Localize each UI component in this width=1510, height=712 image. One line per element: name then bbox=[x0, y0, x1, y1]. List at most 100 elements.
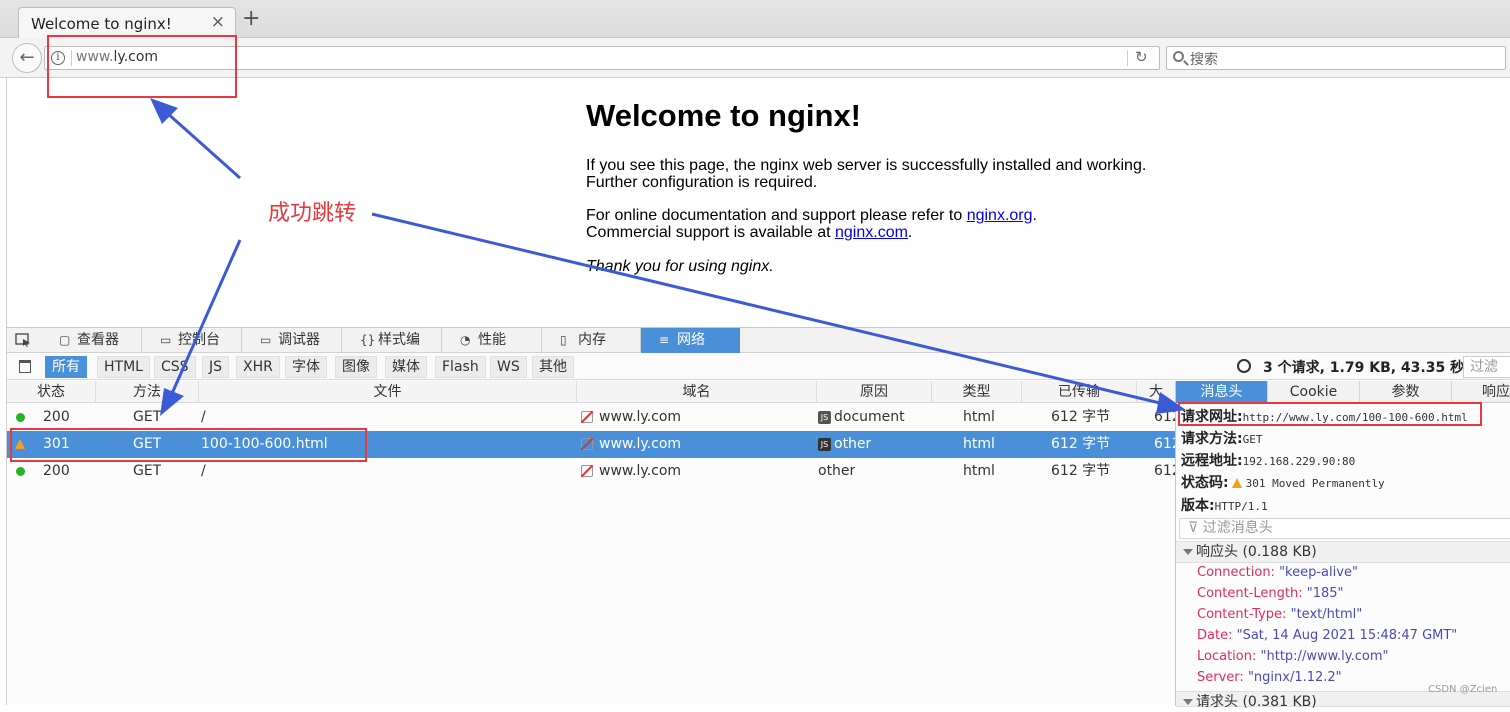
nginx-com-link[interactable]: nginx.com bbox=[835, 224, 908, 241]
header-value: "text/html" bbox=[1290, 607, 1363, 622]
tab-inspector[interactable]: ▢ 查看器 bbox=[41, 328, 142, 353]
tab-headers[interactable]: 消息头 bbox=[1176, 381, 1268, 403]
js-badge: JS bbox=[818, 411, 831, 424]
column-method[interactable]: 方法 bbox=[96, 381, 199, 403]
row-type: html bbox=[963, 436, 995, 452]
docs-suffix: . bbox=[1032, 207, 1037, 224]
insecure-icon bbox=[581, 411, 593, 423]
row-file: / bbox=[201, 409, 206, 425]
debugger-icon: ▭ bbox=[260, 333, 272, 347]
header-value: "Sat, 14 Aug 2021 15:48:47 GMT" bbox=[1236, 628, 1458, 643]
row-cause: other bbox=[818, 463, 856, 479]
tab-style-editor[interactable]: {}样式编辑... bbox=[342, 328, 442, 372]
element-picker-icon[interactable] bbox=[15, 333, 31, 347]
header-value: "185" bbox=[1306, 586, 1344, 601]
status-ok-icon bbox=[16, 467, 25, 476]
network-filter-bar: 所有 HTML CSS JS XHR 字体 图像 媒体 Flash WS 其他 … bbox=[7, 354, 1510, 380]
version-value: HTTP/1.1 bbox=[1214, 500, 1268, 513]
network-icon: ≡ bbox=[659, 333, 670, 347]
filter-all-button[interactable]: 所有 bbox=[45, 356, 87, 378]
response-headers-section[interactable]: 响应头 (0.188 KB) bbox=[1176, 541, 1510, 563]
redirect-row-highlight-box bbox=[10, 428, 367, 462]
tab-debugger[interactable]: ▭ 调试器 bbox=[242, 328, 342, 353]
request-filter-input[interactable]: 过滤 bbox=[1463, 356, 1510, 378]
filter-flash-button[interactable]: Flash bbox=[435, 356, 486, 378]
filter-js-button[interactable]: JS bbox=[202, 356, 230, 378]
header-value: "keep-alive" bbox=[1279, 565, 1358, 580]
row-transferred: 612 字节 bbox=[1051, 409, 1111, 425]
search-input[interactable]: 搜索 bbox=[1190, 49, 1218, 69]
tab-cookie[interactable]: Cookie bbox=[1268, 381, 1360, 403]
column-size[interactable]: 大 bbox=[1137, 381, 1175, 403]
filter-images-button[interactable]: 图像 bbox=[335, 356, 377, 378]
new-tab-button[interactable]: + bbox=[242, 6, 260, 31]
column-type[interactable]: 类型 bbox=[932, 381, 1022, 403]
filter-ws-button[interactable]: WS bbox=[490, 356, 527, 378]
header-value: "nginx/1.12.2" bbox=[1247, 670, 1342, 685]
tab-response[interactable]: 响应 bbox=[1452, 381, 1510, 403]
performance-analysis-icon[interactable] bbox=[1237, 359, 1251, 373]
row-cause-text: document bbox=[834, 409, 905, 425]
row-domain: www.ly.com bbox=[599, 436, 682, 452]
response-header: Content-Length: "185" bbox=[1197, 586, 1344, 601]
commercial-suffix: . bbox=[907, 224, 913, 241]
column-domain[interactable]: 域名 bbox=[577, 381, 817, 403]
tab-console-label: 控制台 bbox=[178, 332, 220, 348]
row-status: 200 bbox=[43, 409, 70, 425]
request-method-line: 请求方法:GET bbox=[1181, 428, 1262, 448]
row-type: html bbox=[963, 409, 995, 425]
request-row[interactable]: 200 GET / www.ly.com other html 612 字节 6… bbox=[7, 458, 1181, 485]
filter-fonts-button[interactable]: 字体 bbox=[285, 356, 327, 378]
tab-memory-label: 内存 bbox=[578, 332, 606, 348]
request-method-label: 请求方法: bbox=[1181, 431, 1243, 447]
column-transferred[interactable]: 已传输 bbox=[1022, 381, 1137, 403]
row-file: / bbox=[201, 463, 206, 479]
filter-html-button[interactable]: HTML bbox=[97, 356, 150, 378]
request-row[interactable]: 200 GET / www.ly.com JS document html 612… bbox=[7, 404, 1181, 431]
header-key: Server: bbox=[1197, 670, 1244, 685]
commercial-text: Commercial support is available at bbox=[586, 224, 835, 241]
filter-icon: ⊽ bbox=[1188, 520, 1203, 536]
browser-tab[interactable]: Welcome to nginx! × bbox=[18, 7, 236, 38]
tab-performance[interactable]: ◔ 性能 bbox=[442, 328, 542, 353]
filter-xhr-button[interactable]: XHR bbox=[236, 356, 280, 378]
request-summary: 3 个请求, 1.79 KB, 43.35 秒 bbox=[1263, 360, 1465, 376]
column-cause[interactable]: 原因 bbox=[817, 381, 932, 403]
tab-console[interactable]: ▭ 控制台 bbox=[142, 328, 242, 353]
tab-memory[interactable]: ▯ 内存 bbox=[542, 328, 641, 353]
tab-debugger-label: 调试器 bbox=[278, 332, 320, 348]
search-icon bbox=[1173, 51, 1184, 62]
request-details-panel: 消息头 Cookie 参数 响应 请求网址:http://www.ly.com/… bbox=[1175, 381, 1510, 710]
search-bar[interactable]: 搜索 bbox=[1166, 46, 1506, 70]
filter-media-button[interactable]: 媒体 bbox=[385, 356, 427, 378]
filter-css-button[interactable]: CSS bbox=[154, 356, 196, 378]
back-button[interactable]: ← bbox=[12, 43, 42, 73]
reload-icon[interactable]: ↻ bbox=[1135, 48, 1148, 66]
filter-headers-input[interactable]: ⊽ 过滤消息头 bbox=[1179, 518, 1510, 539]
memory-icon: ▯ bbox=[560, 333, 567, 347]
column-file[interactable]: 文件 bbox=[199, 381, 577, 403]
devtools-toolbar: ▢ 查看器 ▭ 控制台 ▭ 调试器 {}样式编辑... ◔ 性能 ▯ 内存 ≡ 网络 bbox=[7, 328, 1510, 372]
request-method-value: GET bbox=[1242, 433, 1263, 446]
tab-performance-label: 性能 bbox=[478, 332, 506, 348]
nginx-org-link[interactable]: nginx.org bbox=[967, 207, 1033, 224]
inspector-icon: ▢ bbox=[59, 333, 71, 347]
version-label: 版本: bbox=[1181, 498, 1215, 514]
redirect-warning-icon bbox=[1231, 478, 1242, 488]
row-cause: JS document bbox=[818, 404, 905, 431]
remote-address-label: 远程地址: bbox=[1181, 453, 1243, 469]
support-paragraph: For online documentation and support ple… bbox=[586, 207, 1037, 241]
close-tab-icon[interactable]: × bbox=[211, 12, 225, 32]
tab-strip: Welcome to nginx! × + bbox=[0, 0, 1510, 38]
arrow-to-url bbox=[165, 110, 241, 180]
column-status[interactable]: 状态 bbox=[7, 381, 96, 403]
details-tabs: 消息头 Cookie 参数 响应 bbox=[1176, 381, 1510, 403]
status-code-label: 状态码: bbox=[1181, 475, 1229, 491]
tab-params[interactable]: 参数 bbox=[1360, 381, 1452, 403]
thanks-text: Thank you for using nginx. bbox=[586, 258, 774, 275]
devtools-panel: ▢ 查看器 ▭ 控制台 ▭ 调试器 {}样式编辑... ◔ 性能 ▯ 内存 ≡ 网络 所有 … bbox=[7, 327, 1510, 710]
tab-network[interactable]: ≡ 网络 bbox=[641, 328, 740, 353]
style-editor-icon: {} bbox=[360, 333, 376, 347]
filter-other-button[interactable]: 其他 bbox=[532, 356, 574, 378]
trash-icon[interactable] bbox=[19, 360, 31, 373]
